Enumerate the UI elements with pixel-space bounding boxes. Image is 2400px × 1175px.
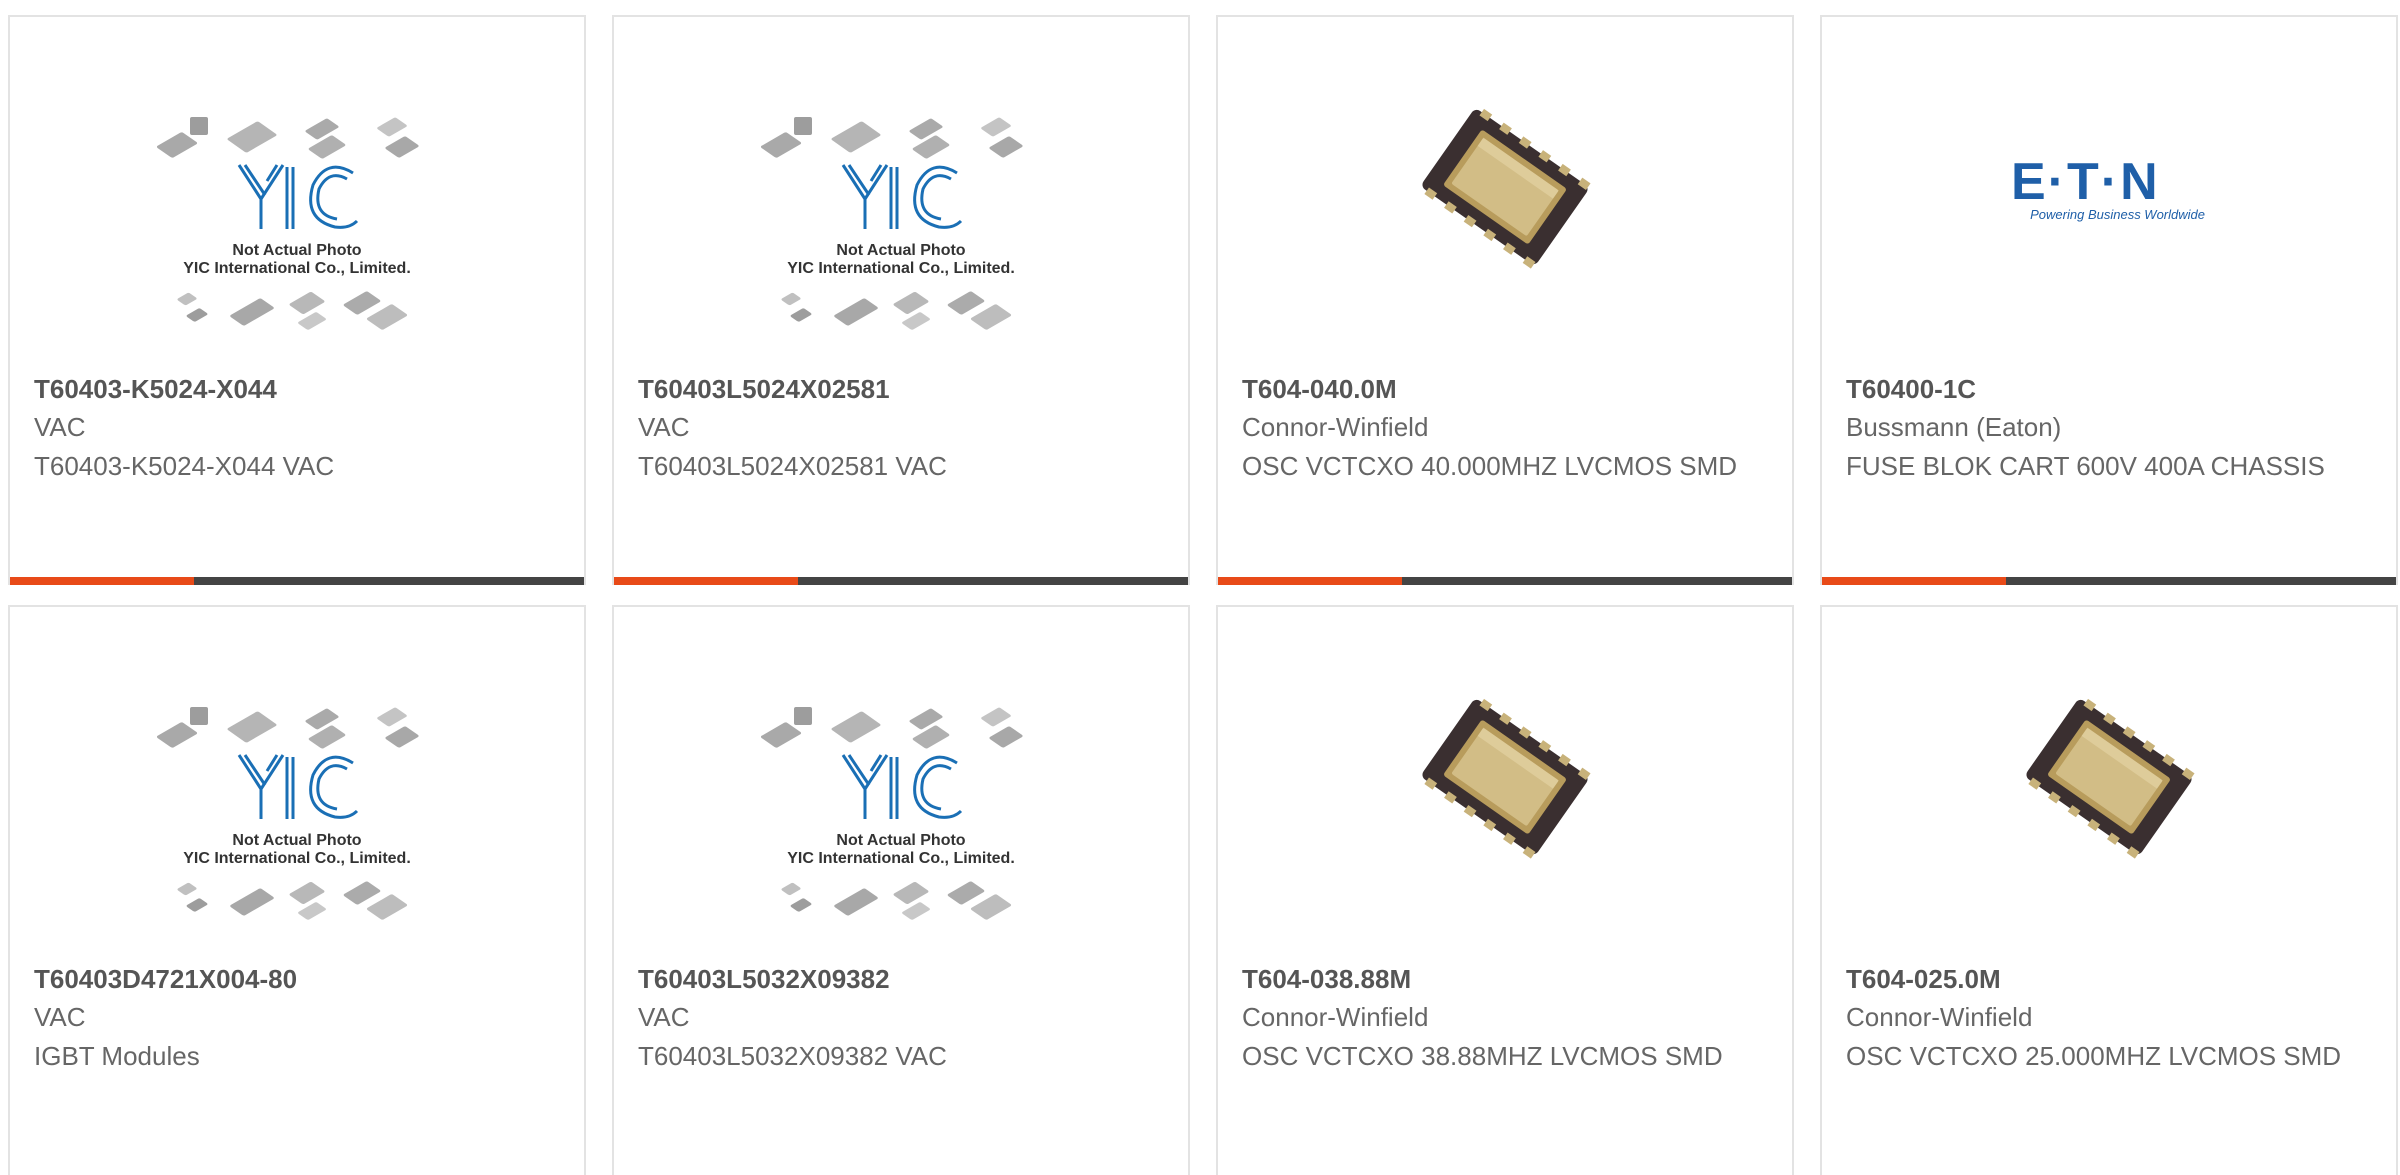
manufacturer: Connor-Winfield [1242,412,1429,442]
part-number[interactable]: T60403D4721X004-80 [34,964,297,995]
description: T60403L5032X09382 VAC [638,1041,947,1071]
product-grid: Not Actual Photo YIC International Co., L… [0,0,2400,1175]
card-bottom-bar [10,577,584,585]
description: IGBT Modules [34,1041,200,1071]
product-card[interactable]: Not Actual Photo YIC International Co., L… [8,15,586,585]
placeholder-line2: YIC International Co., Limited. [183,850,411,867]
accent-bar [614,577,798,585]
product-image[interactable]: Not Actual Photo YIC International Co., L… [10,697,584,987]
eaton-logo-image: E·T·NPowering Business Worldwide [1999,127,2219,247]
accent-bar [1218,577,1402,585]
part-number[interactable]: T604-040.0M [1242,374,1397,405]
product-card[interactable]: E·T·N Powering Business Worldwide T60400-… [1820,15,2398,585]
placeholder-line1: Not Actual Photo [836,242,965,259]
placeholder-line1: Not Actual Photo [836,832,965,849]
accent-bar [10,577,194,585]
manufacturer: Connor-Winfield [1242,1002,1429,1032]
description: OSC VCTCXO 38.88MHZ LVCMOS SMD [1242,1041,1723,1071]
card-bottom-bar [1822,577,2396,585]
description: T60403L5024X02581 VAC [638,451,947,481]
product-image[interactable] [1822,677,2396,967]
manufacturer: VAC [638,412,690,442]
description: OSC VCTCXO 25.000MHZ LVCMOS SMD [1846,1041,2342,1071]
eaton-tagline: Powering Business Worldwide [2030,207,2205,222]
placeholder-line2: YIC International Co., Limited. [183,260,411,277]
product-image[interactable] [1218,87,1792,377]
accent-bar [1822,577,2006,585]
part-number[interactable]: T604-025.0M [1846,964,2001,995]
manufacturer: VAC [34,1002,86,1032]
part-number[interactable]: T60403L5024X02581 [638,374,890,405]
product-card[interactable]: Not Actual Photo YIC International Co., L… [8,605,586,1175]
oscillator-image [1422,108,1591,269]
product-card[interactable]: T604-038.88M Connor-Winfield OSC VCTCXO … [1216,605,1794,1175]
manufacturer: VAC [34,412,86,442]
description: T60403-K5024-X044 VAC [34,451,335,481]
part-number[interactable]: T60400-1C [1846,374,1976,405]
description: FUSE BLOK CART 600V 400A CHASSIS [1846,451,2325,481]
product-card[interactable]: Not Actual Photo YIC International Co., L… [612,15,1190,585]
product-image[interactable]: Not Actual Photo YIC International Co., L… [10,107,584,397]
yic-placeholder-image: Not Actual PhotoYIC International Co., L… [761,117,1023,330]
manufacturer: VAC [638,1002,690,1032]
product-card[interactable]: T604-025.0M Connor-Winfield OSC VCTCXO 2… [1820,605,2398,1175]
product-image[interactable] [1218,677,1792,967]
part-number[interactable]: T60403L5032X09382 [638,964,890,995]
placeholder-line2: YIC International Co., Limited. [787,850,1015,867]
eaton-brand: E·T·N [2011,153,2160,211]
placeholder-line2: YIC International Co., Limited. [787,260,1015,277]
yic-placeholder-image: Not Actual PhotoYIC International Co., L… [157,707,419,920]
description: OSC VCTCXO 40.000MHZ LVCMOS SMD [1242,451,1738,481]
card-bottom-bar [614,577,1188,585]
product-card[interactable]: T604-040.0M Connor-Winfield OSC VCTCXO 4… [1216,15,1794,585]
placeholder-line1: Not Actual Photo [232,242,361,259]
part-number[interactable]: T60403-K5024-X044 [34,374,277,405]
placeholder-line1: Not Actual Photo [232,832,361,849]
card-bottom-bar [1218,577,1792,585]
product-image[interactable]: Not Actual Photo YIC International Co., L… [614,107,1188,397]
manufacturer: Connor-Winfield [1846,1002,2033,1032]
oscillator-image [1422,698,1591,859]
oscillator-image [2026,698,2195,859]
yic-placeholder-image: Not Actual PhotoYIC International Co., L… [761,707,1023,920]
product-image[interactable]: Not Actual Photo YIC International Co., L… [614,697,1188,987]
part-number[interactable]: T604-038.88M [1242,964,1411,995]
manufacturer: Bussmann (Eaton) [1846,412,2062,442]
product-card[interactable]: Not Actual Photo YIC International Co., L… [612,605,1190,1175]
yic-placeholder-image: Not Actual PhotoYIC International Co., L… [157,117,419,330]
